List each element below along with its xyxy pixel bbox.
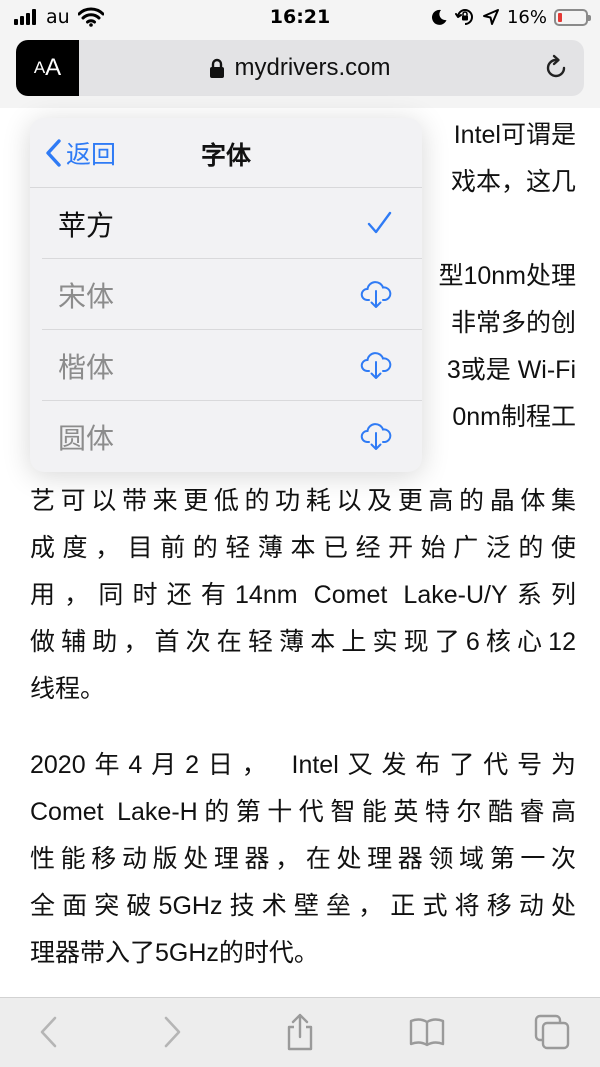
- partial-line: 0nm制程工: [452, 403, 576, 431]
- partial-line: 非常多的创: [450, 309, 576, 337]
- cloud-download-icon[interactable]: [360, 421, 392, 451]
- paragraph-line: 全面突破5GHz技术壁垒，正式将移动处: [30, 892, 576, 920]
- paragraph-line: 成度，目前的轻薄本已经开始广泛的使: [30, 534, 576, 562]
- share-button[interactable]: [280, 1012, 320, 1052]
- text-size-small-a: A: [33, 58, 46, 77]
- font-popover: 返回 字体 苹方 宋体 楷体 圆体: [30, 118, 422, 472]
- paragraph-2: 2020年4月2日， Intel又发布了代号为 Comet Lake-H的第十代…: [30, 742, 576, 977]
- reload-icon[interactable]: [542, 54, 570, 82]
- paragraph-line: 做辅助，首次在轻薄本上实现了6核心12: [30, 628, 576, 656]
- font-option-yuanti[interactable]: 圆体: [30, 401, 422, 472]
- tabs-icon: [534, 1014, 570, 1050]
- address-bar[interactable]: AA mydrivers.com: [16, 40, 584, 96]
- moon-icon: [431, 9, 447, 25]
- partial-line: 戏本，这几: [450, 168, 576, 196]
- forward-button[interactable]: [153, 1012, 193, 1052]
- font-name: 圆体: [58, 422, 115, 455]
- paragraph-line: 性能移动版处理器，在处理器领域第一次: [30, 845, 576, 873]
- battery-icon: [554, 8, 591, 26]
- bottom-toolbar: [0, 997, 600, 1067]
- font-name: 宋体: [58, 280, 115, 313]
- paragraph-line: 艺可以带来更低的功耗以及更高的晶体集: [30, 487, 576, 515]
- paragraph-line: 2020年4月2日， Intel又发布了代号为: [30, 751, 576, 779]
- back-button[interactable]: [28, 1012, 68, 1052]
- font-option-pingfang[interactable]: 苹方: [30, 188, 422, 259]
- text-size-large-a: A: [45, 54, 62, 81]
- paragraph-line: Comet Lake-H的第十代智能英特尔酷睿高: [30, 798, 576, 826]
- status-right: 16%: [430, 6, 591, 28]
- checkmark-icon: [367, 211, 392, 234]
- battery-percent: 16%: [506, 6, 547, 28]
- bookmarks-button[interactable]: [407, 1012, 447, 1052]
- bookmarks-icon: [409, 1018, 445, 1047]
- tabs-button[interactable]: [532, 1012, 572, 1052]
- navigation-area: AA mydrivers.com: [0, 34, 600, 108]
- font-option-kaiti[interactable]: 楷体: [30, 330, 422, 401]
- orientation-lock-icon: [454, 9, 473, 25]
- partial-line: 型10nm处理: [438, 262, 576, 290]
- paragraph-1: 艺可以带来更低的功耗以及更高的晶体集 成度，目前的轻薄本已经开始广泛的使 用，同…: [30, 478, 576, 713]
- location-icon: [482, 9, 499, 25]
- partial-line: Intel可谓是: [453, 121, 576, 149]
- paragraph-line: 线程。: [30, 675, 106, 703]
- popover-header: 返回 字体: [30, 118, 422, 188]
- font-name: 楷体: [58, 351, 115, 384]
- paragraph-line: 用，同时还有14nm Comet Lake-U/Y系列: [30, 581, 576, 609]
- text-size-button[interactable]: AA: [16, 40, 79, 96]
- url-text: mydrivers.com: [234, 54, 391, 81]
- url-field[interactable]: mydrivers.com: [79, 40, 521, 96]
- cloud-download-icon[interactable]: [360, 279, 392, 309]
- status-bar: au 16:21 16%: [0, 0, 600, 34]
- font-name: 苹方: [58, 209, 115, 242]
- paragraph-line: 理器带入了5GHz的时代。: [30, 939, 319, 967]
- lock-icon: [210, 58, 225, 78]
- cloud-download-icon[interactable]: [360, 350, 392, 380]
- forward-icon: [164, 1016, 181, 1048]
- popover-title: 字体: [200, 141, 251, 170]
- font-option-songti[interactable]: 宋体: [30, 259, 422, 330]
- back-icon: [40, 1016, 57, 1048]
- partial-text-column: Intel可谓是 戏本，这几 型10nm处理 非常多的创 3或是 Wi-Fi 0…: [422, 112, 576, 441]
- partial-line: 3或是 Wi-Fi: [446, 356, 576, 384]
- share-icon: [287, 1013, 313, 1051]
